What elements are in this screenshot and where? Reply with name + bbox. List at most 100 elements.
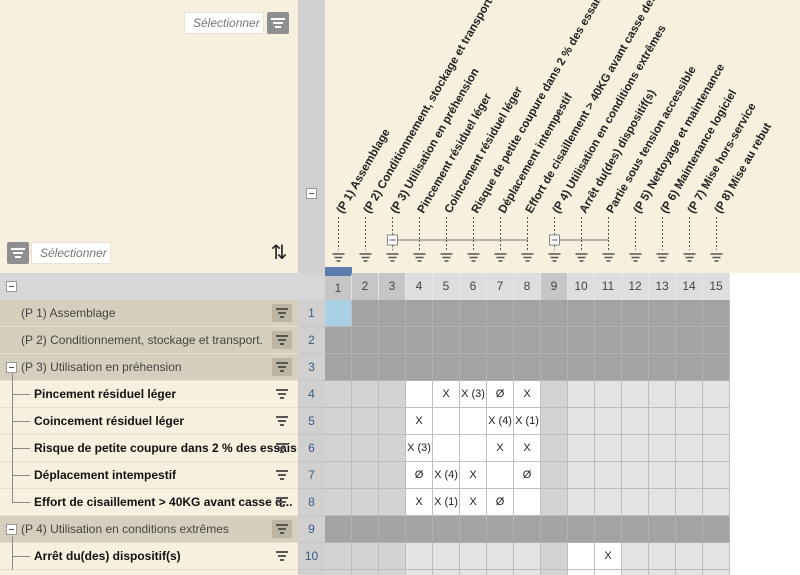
- matrix-cell[interactable]: [595, 354, 622, 381]
- matrix-cell[interactable]: X: [595, 543, 622, 570]
- row-filter-icon[interactable]: [272, 520, 292, 538]
- matrix-cell[interactable]: [352, 354, 379, 381]
- matrix-cell[interactable]: [379, 408, 406, 435]
- matrix-cell[interactable]: X: [460, 462, 487, 489]
- matrix-cell[interactable]: [649, 408, 676, 435]
- matrix-cell[interactable]: [541, 435, 568, 462]
- column-filter-icon[interactable]: [575, 253, 588, 262]
- matrix-cell[interactable]: [568, 543, 595, 570]
- matrix-cell[interactable]: [379, 327, 406, 354]
- matrix-cell[interactable]: [649, 300, 676, 327]
- matrix-cell[interactable]: [568, 516, 595, 543]
- row-collapse-icon[interactable]: [6, 524, 17, 535]
- matrix-cell[interactable]: [379, 462, 406, 489]
- matrix-cell[interactable]: [595, 462, 622, 489]
- matrix-cell[interactable]: [676, 300, 703, 327]
- matrix-cell[interactable]: X (3): [406, 435, 433, 462]
- row-number-5[interactable]: 5: [298, 408, 325, 435]
- matrix-cell[interactable]: Ø: [487, 489, 514, 516]
- matrix-cell[interactable]: [595, 327, 622, 354]
- row-header-6[interactable]: Risque de petite coupure dans 2 % des es…: [0, 435, 298, 462]
- matrix-cell[interactable]: X: [460, 489, 487, 516]
- matrix-cell[interactable]: [433, 516, 460, 543]
- matrix-cell[interactable]: [487, 516, 514, 543]
- row-header-2[interactable]: (P 2) Conditionnement, stockage et trans…: [0, 327, 298, 354]
- matrix-cell[interactable]: [352, 435, 379, 462]
- matrix-cell[interactable]: [568, 354, 595, 381]
- matrix-cell[interactable]: [595, 489, 622, 516]
- row-filter-icon[interactable]: [272, 493, 292, 511]
- matrix-cell[interactable]: [487, 327, 514, 354]
- column-number-9[interactable]: 9: [541, 273, 568, 300]
- column-filter-icon[interactable]: [267, 12, 289, 34]
- matrix-cell[interactable]: [433, 408, 460, 435]
- row-header-7[interactable]: Déplacement intempestif: [0, 462, 298, 489]
- row-filter-icon[interactable]: [272, 331, 292, 349]
- row-filter-icon[interactable]: [272, 466, 292, 484]
- matrix-cell[interactable]: [541, 327, 568, 354]
- matrix-cell[interactable]: [325, 354, 352, 381]
- column-filter-icon[interactable]: [413, 253, 426, 262]
- row-number-3[interactable]: 3: [298, 354, 325, 381]
- matrix-cell[interactable]: [514, 570, 541, 575]
- column-filter-icon[interactable]: [467, 253, 480, 262]
- matrix-cell[interactable]: [406, 327, 433, 354]
- matrix-cell[interactable]: [487, 354, 514, 381]
- row-filter-icon[interactable]: [272, 385, 292, 403]
- matrix-cell[interactable]: [568, 462, 595, 489]
- matrix-cell[interactable]: [541, 516, 568, 543]
- matrix-cell[interactable]: [703, 570, 730, 575]
- matrix-cell[interactable]: [514, 489, 541, 516]
- matrix-cell[interactable]: [514, 354, 541, 381]
- matrix-cell[interactable]: [622, 381, 649, 408]
- row-header-1[interactable]: (P 1) Assemblage: [0, 300, 298, 327]
- row-number-9[interactable]: 9: [298, 516, 325, 543]
- matrix-cell[interactable]: X: [514, 381, 541, 408]
- column-number-1[interactable]: 1: [325, 273, 352, 300]
- matrix-cell[interactable]: [622, 543, 649, 570]
- matrix-cell[interactable]: [325, 381, 352, 408]
- matrix-cell[interactable]: [433, 570, 460, 575]
- matrix-cell[interactable]: [541, 408, 568, 435]
- matrix-cell[interactable]: [622, 462, 649, 489]
- column-number-13[interactable]: 13: [649, 273, 676, 300]
- matrix-cell[interactable]: [676, 516, 703, 543]
- column-number-8[interactable]: 8: [514, 273, 541, 300]
- matrix-cell[interactable]: X (3): [460, 381, 487, 408]
- matrix-cell[interactable]: [352, 570, 379, 575]
- matrix-cell[interactable]: [325, 462, 352, 489]
- matrix-cell[interactable]: [649, 435, 676, 462]
- matrix-cell[interactable]: [352, 489, 379, 516]
- matrix-cell[interactable]: [649, 516, 676, 543]
- column-filter-icon[interactable]: [440, 253, 453, 262]
- matrix-cell[interactable]: [352, 543, 379, 570]
- matrix-cell[interactable]: [703, 354, 730, 381]
- matrix-cell[interactable]: [568, 435, 595, 462]
- column-number-14[interactable]: 14: [676, 273, 703, 300]
- matrix-cell[interactable]: [676, 462, 703, 489]
- matrix-cell[interactable]: [622, 300, 649, 327]
- column-number-6[interactable]: 6: [460, 273, 487, 300]
- row-filter-icon[interactable]: [272, 304, 292, 322]
- column-number-10[interactable]: 10: [568, 273, 595, 300]
- row-header-8[interactable]: Effort de cisaillement > 40KG avant cass…: [0, 489, 298, 516]
- matrix-cell[interactable]: [703, 381, 730, 408]
- matrix-cell[interactable]: [622, 435, 649, 462]
- column-number-12[interactable]: 12: [622, 273, 649, 300]
- row-number-8[interactable]: 8: [298, 489, 325, 516]
- matrix-cell[interactable]: [514, 327, 541, 354]
- matrix-cell[interactable]: Ø: [487, 381, 514, 408]
- matrix-cell[interactable]: [406, 543, 433, 570]
- matrix-cell[interactable]: [460, 300, 487, 327]
- matrix-cell[interactable]: [433, 543, 460, 570]
- row-number-7[interactable]: 7: [298, 462, 325, 489]
- column-filter-icon[interactable]: [602, 253, 615, 262]
- row-select-field[interactable]: Sélectionner: [31, 242, 111, 264]
- matrix-cell[interactable]: [649, 489, 676, 516]
- matrix-cell[interactable]: X: [406, 489, 433, 516]
- matrix-cell[interactable]: [703, 462, 730, 489]
- matrix-cell[interactable]: [622, 570, 649, 575]
- matrix-cell[interactable]: [676, 543, 703, 570]
- matrix-cell[interactable]: [325, 435, 352, 462]
- column-number-15[interactable]: 15: [703, 273, 730, 300]
